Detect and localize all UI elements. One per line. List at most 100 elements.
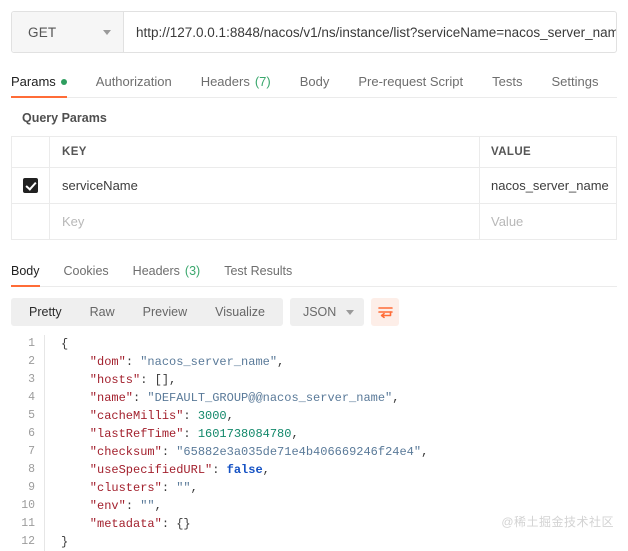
code-fold-rail [44,389,57,407]
line-number: 1 [28,337,35,350]
wrap-lines-icon [377,306,393,318]
code-line-text: "name": "DEFAULT_GROUP@@nacos_server_nam… [61,391,400,405]
param-key-input[interactable]: serviceName [50,168,480,203]
code-line: 3 "hosts": [], [0,371,628,389]
code-line: 9 "clusters": "", [0,479,628,497]
code-line: 12} [0,533,628,551]
request-tabs: Params Authorization Headers (7) Body Pre-req… [11,66,617,98]
tab-label: Pre-request Script [358,74,464,89]
tab-label: Cookies [63,264,109,278]
tab-authorization[interactable]: Authorization [96,74,172,97]
code-line-text: "clusters": "", [61,481,198,495]
code-fold-rail [44,533,57,551]
tab-label: Body [299,74,330,89]
line-number: 3 [28,373,35,386]
tab-label: Test Results [224,264,293,278]
tab-test-results[interactable]: Test Results [224,264,292,286]
line-number: 7 [28,445,35,458]
line-number: 6 [28,427,35,440]
tab-body[interactable]: Body [11,264,40,287]
code-line: 7 "checksum": "65882e3a035de71e4b4066692… [0,443,628,461]
line-number: 9 [28,481,35,494]
chevron-down-icon [103,29,111,35]
code-fold-rail [44,461,57,479]
line-number: 8 [28,463,35,476]
code-fold-rail [44,407,57,425]
chevron-down-icon [346,309,355,315]
watermark: @稀土掘金技术社区 [501,515,614,529]
table-row: serviceName nacos_server_name [12,168,616,204]
tab-label: Settings [551,74,599,89]
empty-row-checkbox-cell [12,204,50,239]
column-header-value: VALUE [491,146,532,158]
view-mode-visualize[interactable]: Visualize [201,298,279,326]
code-line-text: "useSpecifiedURL": false, [61,463,270,477]
line-number: 11 [21,517,35,530]
code-line: 8 "useSpecifiedURL": false, [0,461,628,479]
view-mode-pretty[interactable]: Pretty [15,298,76,326]
tab-pre-request-script[interactable]: Pre-request Script [358,74,463,97]
url-input[interactable]: http://127.0.0.1:8848/nacos/v1/ns/instan… [124,12,616,52]
view-mode-group: Pretty Raw Preview Visualize [11,298,283,326]
code-line: 4 "name": "DEFAULT_GROUP@@nacos_server_n… [0,389,628,407]
tab-count-badge: (7) [254,74,271,89]
tab-body[interactable]: Body [300,74,330,97]
tab-label: Headers [200,74,250,89]
code-line-text: "cacheMillis": 3000, [61,409,234,423]
code-line-text: "dom": "nacos_server_name", [61,355,285,369]
line-number: 5 [28,409,35,422]
view-mode-raw[interactable]: Raw [76,298,129,326]
tab-cookies[interactable]: Cookies [64,264,109,286]
code-fold-rail [44,497,57,515]
column-header-key: KEY [50,137,480,167]
tab-headers[interactable]: Headers (3) [133,264,201,286]
new-param-value-input[interactable]: Value [480,204,616,239]
code-line: 5 "cacheMillis": 3000, [0,407,628,425]
code-fold-rail [44,335,57,353]
tab-params[interactable]: Params [11,74,67,98]
request-url-bar: GET http://127.0.0.1:8848/nacos/v1/ns/in… [11,11,617,53]
response-format-toolbar: Pretty Raw Preview Visualize JSON [11,298,628,326]
tab-label: Body [11,264,40,278]
line-number: 12 [21,535,35,548]
response-format-select[interactable]: JSON [289,298,365,326]
param-enabled-checkbox[interactable] [23,178,38,193]
param-value-input[interactable]: nacos_server_name [480,168,616,203]
http-method-select[interactable]: GET [12,12,124,52]
tab-label: Headers [132,264,180,278]
line-number: 4 [28,391,35,404]
new-param-key-input[interactable]: Key [50,204,480,239]
table-header-row: KEY VALUE [12,137,616,168]
code-line: 1{ [0,335,628,353]
code-line: 6 "lastRefTime": 1601738084780, [0,425,628,443]
response-tabs: Body Cookies Headers (3) Test Results [11,256,617,287]
code-fold-rail [44,371,57,389]
wrap-lines-button[interactable] [371,298,400,326]
row-checkbox-cell [12,168,50,203]
params-modified-dot-icon [60,78,67,85]
code-fold-rail [44,353,57,371]
tab-headers[interactable]: Headers (7) [201,74,271,97]
tab-label: Tests [492,74,523,89]
code-line: 2 "dom": "nacos_server_name", [0,353,628,371]
code-fold-rail [44,425,57,443]
tab-tests[interactable]: Tests [492,74,522,97]
line-number: 2 [28,355,35,368]
query-params-table: KEY VALUE serviceName nacos_server_name … [11,136,617,240]
line-number: 10 [21,499,35,512]
code-line-text: { [61,337,69,351]
code-line-text: "metadata": {} [61,517,191,531]
response-format-label: JSON [302,305,337,319]
code-line-text: } [61,535,69,549]
code-fold-rail [44,479,57,497]
table-row-empty: Key Value [12,204,616,240]
view-mode-preview[interactable]: Preview [129,298,201,326]
header-checkbox-cell [12,137,50,167]
code-fold-rail [44,515,57,533]
tab-settings[interactable]: Settings [551,74,598,97]
code-line-text: "env": "", [61,499,162,513]
code-line-text: "checksum": "65882e3a035de71e4b406669246… [61,445,429,459]
code-fold-rail [44,443,57,461]
code-line-text: "hosts": [], [61,373,177,387]
tab-label: Authorization [95,74,172,89]
